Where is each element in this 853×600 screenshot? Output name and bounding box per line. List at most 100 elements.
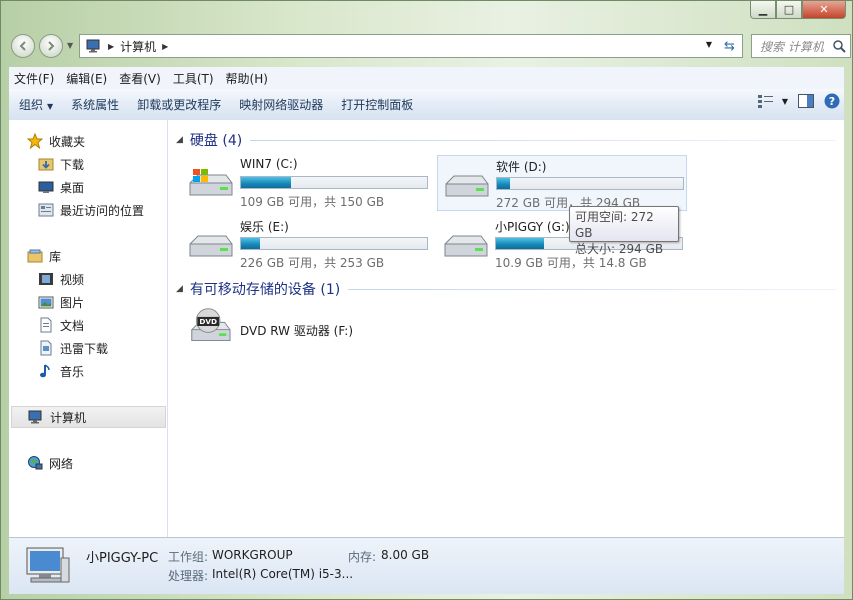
svg-text:DVD: DVD: [199, 317, 217, 326]
drive-name: 娱乐 (E:): [240, 220, 289, 234]
sidebar-label: 文档: [60, 318, 85, 333]
computer-icon: [28, 409, 44, 425]
sidebar-label: 网络: [49, 456, 74, 471]
refresh-icon: ⇆: [724, 38, 735, 54]
sidebar-item-computer[interactable]: 计算机: [11, 406, 166, 428]
hard-drive-icon: [445, 175, 489, 197]
search-icon: [833, 40, 846, 53]
drive-tooltip: 可用空间: 272 GB 总大小: 294 GB: [569, 206, 679, 256]
document-icon: [38, 317, 54, 333]
sidebar-item-documents[interactable]: 文档: [38, 314, 158, 336]
group-header-removable[interactable]: ◢ 有可移动存储的设备 (1): [176, 279, 836, 299]
sidebar-label: 图片: [60, 295, 85, 310]
address-bar[interactable]: ▶ 计算机 ▶ ▼: [79, 34, 719, 58]
sidebar-item-music[interactable]: 音乐: [38, 360, 158, 382]
forward-button[interactable]: [39, 34, 63, 58]
hard-drive-icon: [189, 235, 233, 257]
help-icon[interactable]: ?: [824, 93, 840, 109]
sidebar-label: 收藏夹: [49, 134, 86, 149]
group-header-hard-disks[interactable]: ◢ 硬盘 (4): [176, 130, 836, 150]
change-view-button[interactable]: ▼: [757, 94, 788, 108]
maximize-button[interactable]: □: [776, 1, 802, 19]
explorer-window: ▁ □ ✕ ▼ ▶ 计算机 ▶ ▼ ⇆ 搜索 计算机 文件(F) 编辑(E) 查…: [0, 0, 853, 600]
navigation-row: ▼ ▶ 计算机 ▶ ▼ ⇆ 搜索 计算机: [9, 31, 851, 61]
svg-text:?: ?: [829, 95, 835, 108]
back-button[interactable]: [11, 34, 35, 58]
sidebar-item-thunder-downloads[interactable]: 迅雷下载: [38, 337, 158, 359]
sidebar-item-downloads[interactable]: 下载: [38, 153, 158, 175]
group-title: 硬盘 (4): [189, 133, 243, 149]
group-title: 有可移动存储的设备 (1): [189, 282, 341, 298]
sidebar-item-recent-places[interactable]: 最近访问的位置: [38, 199, 163, 221]
thunder-download-icon: [38, 340, 54, 356]
processor-value: Intel(R) Core(TM) i5-3...: [212, 567, 354, 581]
sidebar-libraries[interactable]: 库: [27, 245, 157, 267]
sidebar-item-desktop[interactable]: 桌面: [38, 176, 158, 198]
memory-value: 8.00 GB: [381, 548, 430, 562]
uninstall-program-button[interactable]: 卸载或更改程序: [128, 96, 230, 113]
workgroup-value: WORKGROUP: [212, 548, 293, 562]
sidebar-label: 库: [49, 249, 62, 264]
back-arrow-icon: [19, 41, 26, 51]
recent-pages-dropdown[interactable]: ▼: [67, 41, 73, 50]
computer-name: 小PIGGY-PC: [86, 551, 159, 566]
sidebar-label: 视频: [60, 272, 85, 287]
navigation-pane: 收藏夹 下载 桌面 最近访问的位置 库 视频 图片 文档 迅雷下载 音乐 计算机…: [9, 120, 168, 537]
memory-label: 内存:: [348, 550, 377, 564]
view-options-icon: [757, 95, 773, 108]
downloads-folder-icon: [38, 156, 54, 172]
breadcrumb-computer[interactable]: 计算机: [120, 38, 156, 55]
sidebar-label: 最近访问的位置: [60, 203, 145, 218]
minimize-button[interactable]: ▁: [750, 1, 776, 19]
collapse-triangle-icon[interactable]: ◢: [176, 284, 183, 294]
search-input[interactable]: 搜索 计算机: [751, 34, 851, 58]
menu-view[interactable]: 查看(V): [114, 70, 166, 87]
open-control-panel-button[interactable]: 打开控制面板: [332, 96, 422, 113]
view-dropdown-icon[interactable]: ▼: [782, 97, 788, 106]
sidebar-item-network[interactable]: 网络: [27, 452, 157, 474]
music-icon: [38, 363, 54, 379]
tooltip-free-space: 可用空间: 272 GB: [575, 210, 654, 240]
breadcrumb-separator-end[interactable]: ▶: [162, 42, 168, 51]
preview-pane-icon[interactable]: [798, 94, 814, 108]
drive-name: DVD RW 驱动器 (F:): [240, 324, 354, 338]
breadcrumb-separator[interactable]: ▶: [108, 42, 114, 51]
sidebar-item-videos[interactable]: 视频: [38, 268, 158, 290]
address-history-dropdown[interactable]: ▼: [706, 40, 712, 49]
windows-drive-icon: [189, 169, 233, 196]
sidebar-label: 音乐: [60, 364, 85, 379]
pictures-icon: [38, 294, 54, 310]
organize-button[interactable]: 组织 ▼: [9, 96, 62, 113]
menu-tools[interactable]: 工具(T): [168, 70, 219, 87]
sidebar-item-pictures[interactable]: 图片: [38, 291, 158, 313]
menu-file[interactable]: 文件(F): [9, 70, 59, 87]
details-pane: 小PIGGY-PC 工作组: WORKGROUP 内存: 8.00 GB 处理器…: [9, 537, 844, 594]
drive-usage-fill: [241, 177, 292, 188]
group-divider: [348, 288, 836, 290]
collapse-triangle-icon[interactable]: ◢: [176, 135, 183, 145]
star-icon: [27, 133, 43, 149]
menu-help[interactable]: 帮助(H): [221, 70, 273, 87]
network-icon: [27, 455, 43, 471]
refresh-button[interactable]: ⇆: [717, 34, 743, 58]
sidebar-label: 计算机: [50, 410, 87, 425]
sidebar-favorites[interactable]: 收藏夹: [27, 130, 157, 152]
computer-large-icon: [26, 547, 70, 583]
menu-edit[interactable]: 编辑(E): [61, 70, 112, 87]
drive-item[interactable]: 软件 (D:) 272 GB 可用，共 294 GB: [437, 155, 687, 211]
close-button[interactable]: ✕: [802, 1, 846, 19]
drive-item[interactable]: 娱乐 (E:) 226 GB 可用，共 253 GB: [182, 216, 432, 272]
sidebar-label: 迅雷下载: [60, 341, 109, 356]
system-properties-button[interactable]: 系统属性: [62, 96, 128, 113]
hard-drive-icon: [444, 235, 488, 257]
drive-space-info: 226 GB 可用，共 253 GB: [240, 256, 385, 270]
workgroup-label: 工作组:: [168, 550, 209, 564]
drive-name: 小PIGGY (G:): [495, 220, 570, 234]
map-network-drive-button[interactable]: 映射网络驱动器: [230, 96, 332, 113]
library-icon: [27, 248, 43, 264]
drive-item[interactable]: WIN7 (C:) 109 GB 可用，共 150 GB: [182, 155, 432, 211]
drive-usage-fill: [497, 178, 511, 189]
drive-item[interactable]: DVD DVD RW 驱动器 (F:): [182, 302, 402, 358]
drive-usage-bar: [240, 176, 428, 189]
computer-icon: [86, 39, 100, 53]
